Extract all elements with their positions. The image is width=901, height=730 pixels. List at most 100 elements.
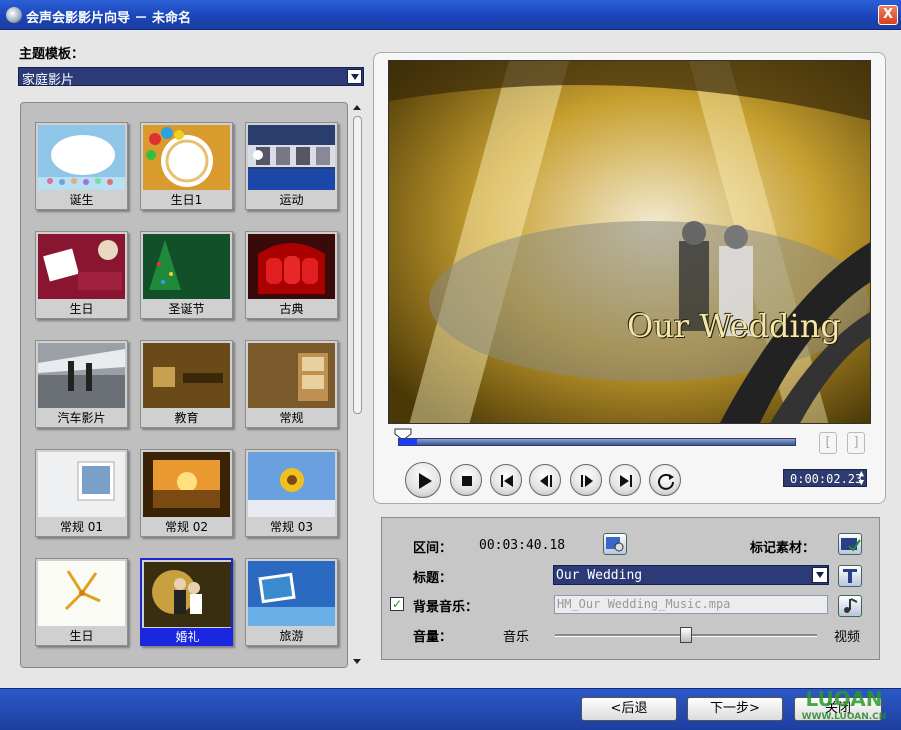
theme-label: 主题模板： (19, 47, 85, 62)
music-note-icon (844, 598, 858, 613)
repeat-button[interactable] (649, 464, 681, 496)
clip-settings-icon (606, 537, 624, 552)
video-frame-image (389, 61, 870, 423)
title-select[interactable]: Our Wedding (553, 565, 829, 585)
template-thumbnail (143, 234, 230, 299)
scroll-down-icon[interactable] (353, 659, 361, 664)
timecode-value: 0:00:02.23 (790, 472, 863, 486)
template-thumbnail (248, 561, 335, 626)
window-titlebar: 会声会影影片向导 － 未命名 X (0, 0, 901, 30)
previous-frame-button[interactable] (529, 464, 561, 496)
theme-select-value: 家庭影片 (22, 73, 75, 88)
volume-label: 音量： (413, 630, 453, 645)
template-thumbnail (38, 561, 125, 626)
title-select-value: Our Wedding (556, 568, 643, 583)
volume-music-label: 音乐 (503, 630, 530, 645)
watermark-subtext: WWW.LUOAN.CN (801, 712, 887, 722)
template-thumbnail (248, 343, 335, 408)
step-back-icon (540, 475, 552, 487)
volume-slider-handle[interactable] (680, 627, 692, 643)
progress-fill (399, 439, 417, 445)
mark-out-button[interactable]: ] (847, 432, 865, 454)
music-label: 背景音乐： (413, 600, 479, 615)
template-label: 婚礼 (142, 628, 233, 646)
music-options-button[interactable] (838, 595, 862, 617)
template-thumbnail (38, 452, 125, 517)
playback-progress[interactable] (398, 438, 796, 446)
template-item[interactable]: 生日 (35, 558, 128, 646)
template-thumbnail (144, 562, 231, 627)
template-item[interactable]: 旅游 (245, 558, 338, 646)
app-icon (6, 7, 22, 23)
template-label: 教育 (174, 411, 199, 425)
template-item[interactable]: 诞生 (35, 122, 128, 210)
back-button[interactable]: <后退 (581, 697, 677, 721)
template-item[interactable]: 圣诞节 (140, 231, 233, 319)
template-item[interactable]: 常规 01 (35, 449, 128, 537)
music-file-field[interactable]: HM_Our Wedding_Music.mpa (554, 595, 828, 614)
template-item[interactable]: 汽车影片 (35, 340, 128, 428)
template-item[interactable]: 常规 03 (245, 449, 338, 537)
template-item[interactable]: 生日1 (140, 122, 233, 210)
mark-in-button[interactable]: [ (819, 432, 837, 454)
template-label: 旅游 (279, 629, 304, 643)
main-area: 主题模板： 家庭影片 诞生 生日1 运动 生日 圣诞节 古典 汽车影片 教育 常… (0, 30, 901, 688)
scroll-thumb[interactable] (353, 116, 362, 414)
title-edit-button[interactable] (838, 565, 862, 587)
template-label: 常规 (279, 411, 304, 425)
next-button[interactable]: 下一步> (687, 697, 783, 721)
background-music-checkbox[interactable]: ✓ (390, 597, 404, 611)
template-item[interactable]: 生日 (35, 231, 128, 319)
stop-icon (462, 476, 472, 486)
template-item[interactable]: 常规 02 (140, 449, 233, 537)
template-item[interactable]: 古典 (245, 231, 338, 319)
theme-select[interactable]: 家庭影片 (18, 67, 364, 88)
duration-settings-button[interactable] (603, 533, 627, 555)
chevron-down-icon[interactable] (347, 69, 362, 84)
template-label: 常规 03 (269, 520, 314, 534)
timecode-display[interactable]: 0:00:02.23 ▲ ▼ (783, 469, 867, 488)
template-thumbnail (248, 125, 335, 190)
go-to-start-button[interactable] (490, 464, 522, 496)
gallery-scrollbar[interactable] (350, 102, 364, 668)
template-thumbnail (248, 234, 335, 299)
template-item[interactable]: 运动 (245, 122, 338, 210)
template-label: 古典 (279, 302, 304, 316)
template-item[interactable]: 常规 (245, 340, 338, 428)
video-preview: Our Wedding (388, 60, 871, 424)
template-label: 常规 02 (164, 520, 209, 534)
step-forward-icon (581, 475, 593, 487)
template-item-selected[interactable]: 婚礼 (140, 558, 233, 646)
mark-clips-button[interactable] (838, 533, 862, 555)
template-thumbnail (248, 452, 335, 517)
next-frame-button[interactable] (570, 464, 602, 496)
video-overlay-title: Our Wedding (627, 307, 841, 345)
watermark-logo: LUOAN WWW.LUOAN.CN (794, 686, 894, 730)
template-label: 圣诞节 (168, 302, 205, 316)
template-thumbnail (143, 452, 230, 517)
skip-end-icon (620, 475, 632, 487)
mark-clips-label: 标记素材： (750, 541, 816, 556)
text-tool-icon (843, 569, 857, 583)
template-thumbnail (38, 343, 125, 408)
scroll-up-icon[interactable] (353, 105, 361, 110)
repeat-icon (658, 473, 674, 490)
duration-value: 00:03:40.18 (479, 538, 566, 553)
template-label: 汽车影片 (57, 411, 106, 425)
skip-start-icon (501, 475, 513, 487)
duration-label: 区间： (413, 541, 453, 556)
template-label: 生日1 (170, 193, 203, 207)
template-thumbnail (38, 125, 125, 190)
window-title: 会声会影影片向导 － 未命名 (26, 11, 192, 26)
volume-video-label: 视频 (834, 630, 861, 645)
template-label: 生日 (69, 629, 94, 643)
window-close-button[interactable]: X (878, 5, 898, 25)
stop-button[interactable] (450, 464, 482, 496)
go-to-end-button[interactable] (609, 464, 641, 496)
template-thumbnail (143, 343, 230, 408)
template-label: 生日 (69, 302, 94, 316)
chevron-down-icon[interactable] (812, 567, 828, 583)
timecode-spinner-icon[interactable]: ▲ ▼ (859, 470, 864, 488)
template-item[interactable]: 教育 (140, 340, 233, 428)
play-button[interactable] (405, 462, 441, 498)
